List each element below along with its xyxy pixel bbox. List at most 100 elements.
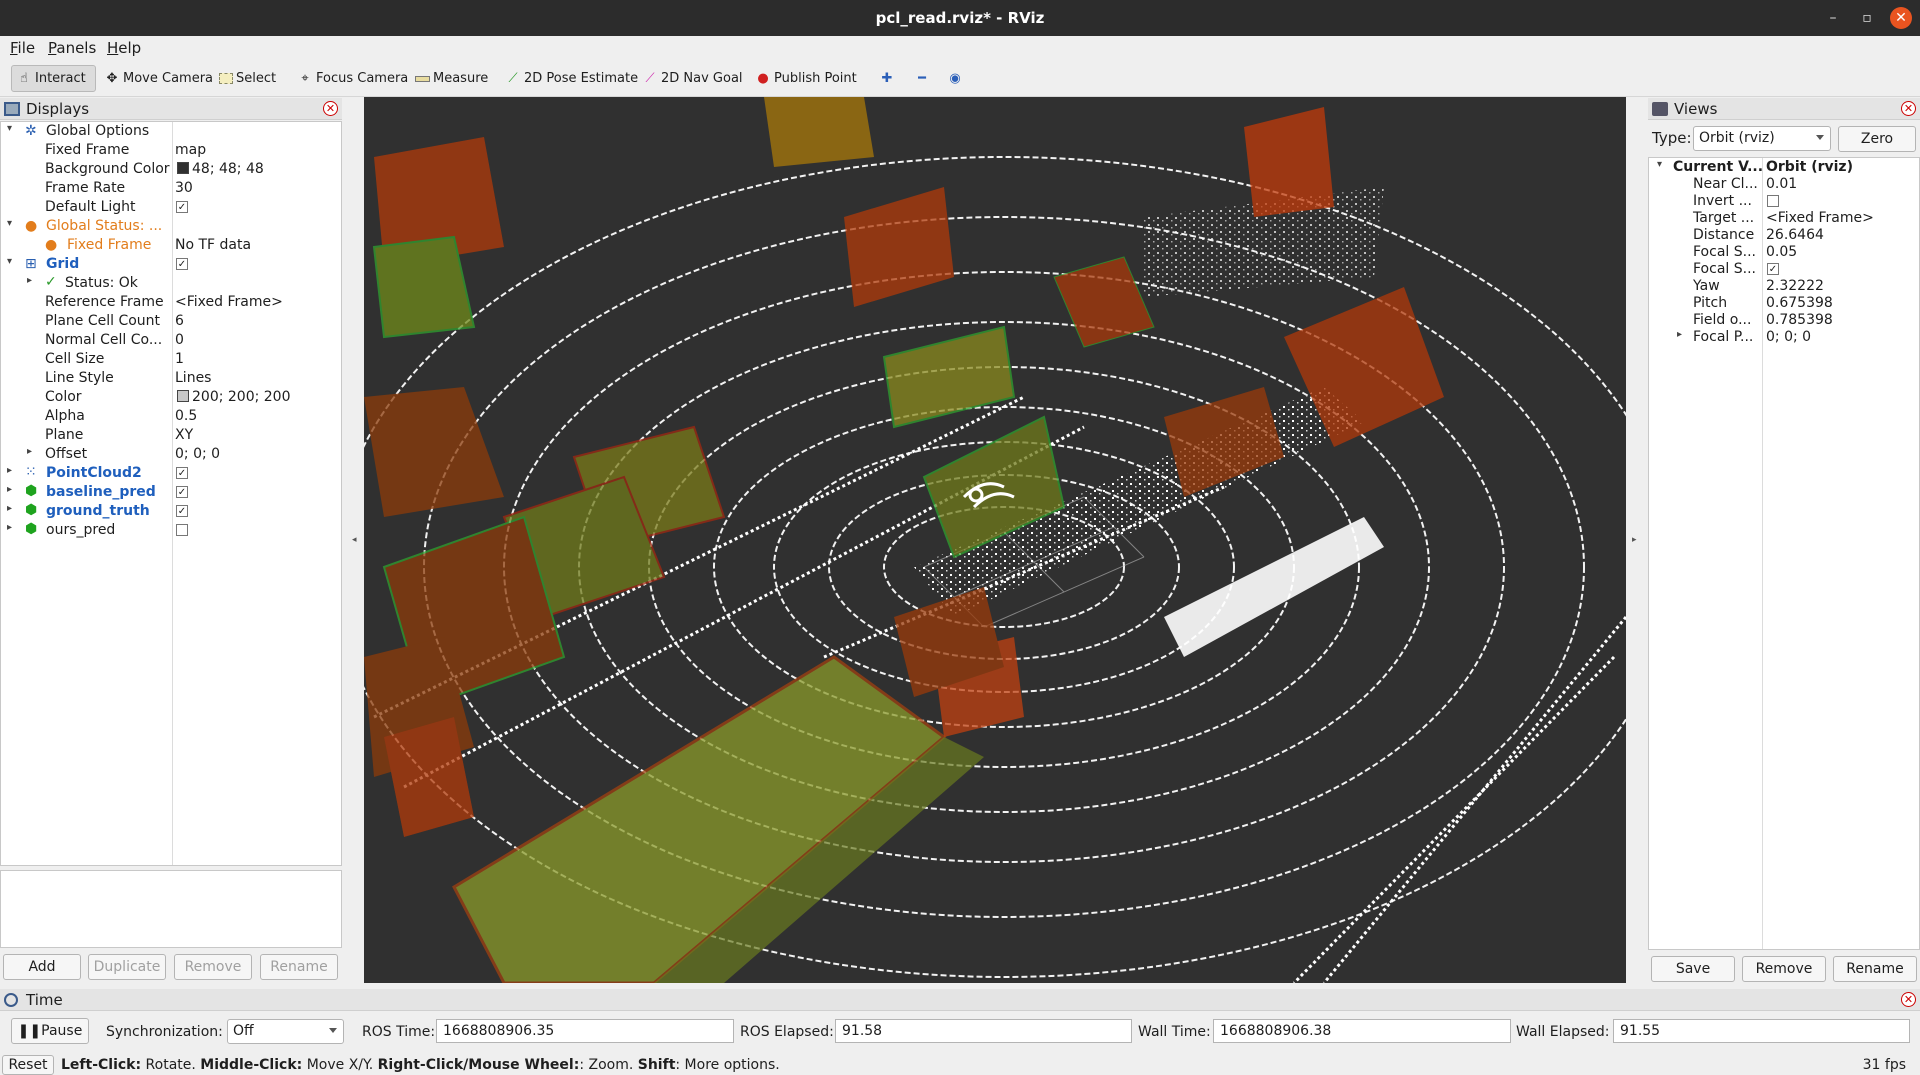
nav-goal-tool[interactable]: ⟋ 2D Nav Goal <box>638 65 747 92</box>
minus-icon: ━ <box>918 70 926 86</box>
tree-row-offset[interactable]: ▸ Offset 0; 0; 0 <box>1 445 341 464</box>
view-row-current-view[interactable]: ▾ Current V... Orbit (rviz) <box>1649 158 1919 175</box>
synchronization-select[interactable]: Off <box>227 1019 344 1044</box>
menu-bar: File Panels Help <box>0 36 1920 60</box>
add-tool-button[interactable]: ✚ <box>875 65 902 92</box>
warning-icon: ● <box>45 237 58 253</box>
marker-cube-icon: ⬢ <box>25 483 38 499</box>
right-splitter-handle[interactable]: ▸ <box>1632 535 1637 545</box>
view-type-select[interactable]: Orbit (rviz) <box>1693 126 1831 151</box>
invert-checkbox[interactable] <box>1767 195 1779 207</box>
publish-point-tool[interactable]: ● Publish Point <box>751 65 861 92</box>
view-row-target-frame[interactable]: Target ... <Fixed Frame> <box>1649 209 1919 226</box>
status-hint: Left-Click: Rotate. Middle-Click: Move X… <box>61 1057 780 1073</box>
rename-display-button[interactable]: Rename <box>260 954 338 980</box>
tree-row-cell-size[interactable]: Cell Size 1 <box>1 350 341 369</box>
view-row-invert-z[interactable]: Invert ... <box>1649 192 1919 209</box>
tree-row-grid[interactable]: ▾ ⊞ Grid ✓ <box>1 255 341 274</box>
tree-row-plane[interactable]: Plane XY <box>1 426 341 445</box>
view-row-field-of-view[interactable]: Field o... 0.785398 <box>1649 311 1919 328</box>
focus-camera-tool[interactable]: ⌖ Focus Camera <box>293 65 412 92</box>
focal-shape-checkbox[interactable]: ✓ <box>1767 263 1779 275</box>
grid-checkbox[interactable]: ✓ <box>176 258 188 270</box>
tool-options-button[interactable]: ◉ <box>943 65 970 92</box>
tree-row-fixed-frame[interactable]: Fixed Frame map <box>1 141 341 160</box>
rename-view-button[interactable]: Rename <box>1833 956 1917 982</box>
ground-truth-checkbox[interactable]: ✓ <box>176 505 188 517</box>
close-views-panel-icon[interactable]: ✕ <box>1901 101 1916 116</box>
close-window-button[interactable]: ✕ <box>1890 7 1912 29</box>
wall-elapsed-field[interactable]: 91.55 <box>1613 1019 1910 1043</box>
displays-panel-title: Displays <box>26 100 90 118</box>
default-light-checkbox[interactable]: ✓ <box>176 201 188 213</box>
view-row-near-clip[interactable]: Near Cl... 0.01 <box>1649 175 1919 192</box>
displays-tree: ▾ ✲ Global Options Fixed Frame map Backgro… <box>0 121 342 866</box>
remove-view-button[interactable]: Remove <box>1742 956 1826 982</box>
left-splitter-handle[interactable]: ◂ <box>352 535 357 545</box>
move-camera-tool[interactable]: ✥ Move Camera <box>100 65 217 92</box>
menu-panels[interactable]: Panels <box>48 39 96 57</box>
maximize-button[interactable]: ▫ <box>1856 7 1878 29</box>
tree-row-status-ok[interactable]: ▸ ✓ Status: Ok <box>1 274 341 293</box>
views-panel-header: Views ✕ <box>1648 98 1920 120</box>
tree-row-normal-cell-count[interactable]: Normal Cell Co... 0 <box>1 331 341 350</box>
remove-tool-button[interactable]: ━ <box>910 65 937 92</box>
time-controls: ❚❚Pause Synchronization: Off ROS Time: 1… <box>0 1017 1920 1047</box>
camera-icon <box>1652 102 1668 116</box>
tree-row-alpha[interactable]: Alpha 0.5 <box>1 407 341 426</box>
duplicate-display-button[interactable]: Duplicate <box>88 954 166 980</box>
pink-arrow-icon: ⟋ <box>645 70 655 86</box>
wall-time-field[interactable]: 1668808906.38 <box>1213 1019 1511 1043</box>
pose-estimate-tool[interactable]: ⟋ 2D Pose Estimate <box>501 65 642 92</box>
color-swatch[interactable] <box>177 162 189 174</box>
tree-row-reference-frame[interactable]: Reference Frame <Fixed Frame> <box>1 293 341 312</box>
3d-render-viewport[interactable] <box>364 97 1626 983</box>
menu-help[interactable]: Help <box>107 39 141 57</box>
menu-file[interactable]: File <box>10 39 35 57</box>
close-time-panel-icon[interactable]: ✕ <box>1901 992 1916 1007</box>
ros-time-field[interactable]: 1668808906.35 <box>436 1019 734 1043</box>
ours-pred-checkbox[interactable] <box>176 524 188 536</box>
tree-row-global-options[interactable]: ▾ ✲ Global Options <box>1 122 341 141</box>
baseline-pred-checkbox[interactable]: ✓ <box>176 486 188 498</box>
move-arrows-icon: ✥ <box>106 70 118 86</box>
tree-row-global-status[interactable]: ▾ ● Global Status: ... <box>1 217 341 236</box>
reset-button[interactable]: Reset <box>2 1055 54 1075</box>
map-pin-icon: ● <box>757 70 769 86</box>
save-view-button[interactable]: Save <box>1651 956 1735 982</box>
view-row-yaw[interactable]: Yaw 2.32222 <box>1649 277 1919 294</box>
remove-display-button[interactable]: Remove <box>174 954 252 980</box>
tree-row-pointcloud2[interactable]: ▸ ⁙ PointCloud2 ✓ <box>1 464 341 483</box>
ros-elapsed-field[interactable]: 91.58 <box>835 1019 1132 1043</box>
tree-row-background-color[interactable]: Background Color 48; 48; 48 <box>1 160 341 179</box>
pause-button[interactable]: ❚❚Pause <box>11 1018 89 1044</box>
minimize-button[interactable]: – <box>1822 7 1844 29</box>
add-display-button[interactable]: Add <box>3 954 81 980</box>
select-tool[interactable]: Select <box>215 65 280 92</box>
pointcloud2-checkbox[interactable]: ✓ <box>176 467 188 479</box>
close-displays-panel-icon[interactable]: ✕ <box>323 101 338 116</box>
view-row-distance[interactable]: Distance 26.6464 <box>1649 226 1919 243</box>
view-row-focal-point[interactable]: ▸ Focal P... 0; 0; 0 <box>1649 328 1919 345</box>
view-row-focal-shape-fixed[interactable]: Focal S... ✓ <box>1649 260 1919 277</box>
view-row-focal-shape-size[interactable]: Focal S... 0.05 <box>1649 243 1919 260</box>
chevron-down-icon <box>1816 135 1824 140</box>
marker-cube-icon: ⬢ <box>25 521 38 537</box>
measure-tool[interactable]: Measure <box>411 65 492 92</box>
tree-row-frame-rate[interactable]: Frame Rate 30 <box>1 179 341 198</box>
zero-view-button[interactable]: Zero <box>1838 126 1916 152</box>
tree-row-line-style[interactable]: Line Style Lines <box>1 369 341 388</box>
tree-row-fixed-frame-status[interactable]: ● Fixed Frame No TF data <box>1 236 341 255</box>
color-swatch[interactable] <box>177 390 189 402</box>
chevron-down-icon <box>329 1028 337 1033</box>
interact-tool[interactable]: ☝ Interact <box>11 65 96 92</box>
tree-row-ours-pred[interactable]: ▸ ⬢ ours_pred <box>1 521 341 540</box>
ros-time-label: ROS Time: <box>362 1024 436 1040</box>
tree-row-default-light[interactable]: Default Light ✓ <box>1 198 341 217</box>
tree-row-ground-truth[interactable]: ▸ ⬢ ground_truth ✓ <box>1 502 341 521</box>
tree-row-plane-cell-count[interactable]: Plane Cell Count 6 <box>1 312 341 331</box>
view-row-pitch[interactable]: Pitch 0.675398 <box>1649 294 1919 311</box>
status-bar: Reset Left-Click: Rotate. Middle-Click: … <box>0 1051 1920 1075</box>
tree-row-baseline-pred[interactable]: ▸ ⬢ baseline_pred ✓ <box>1 483 341 502</box>
tree-row-color[interactable]: Color 200; 200; 200 <box>1 388 341 407</box>
